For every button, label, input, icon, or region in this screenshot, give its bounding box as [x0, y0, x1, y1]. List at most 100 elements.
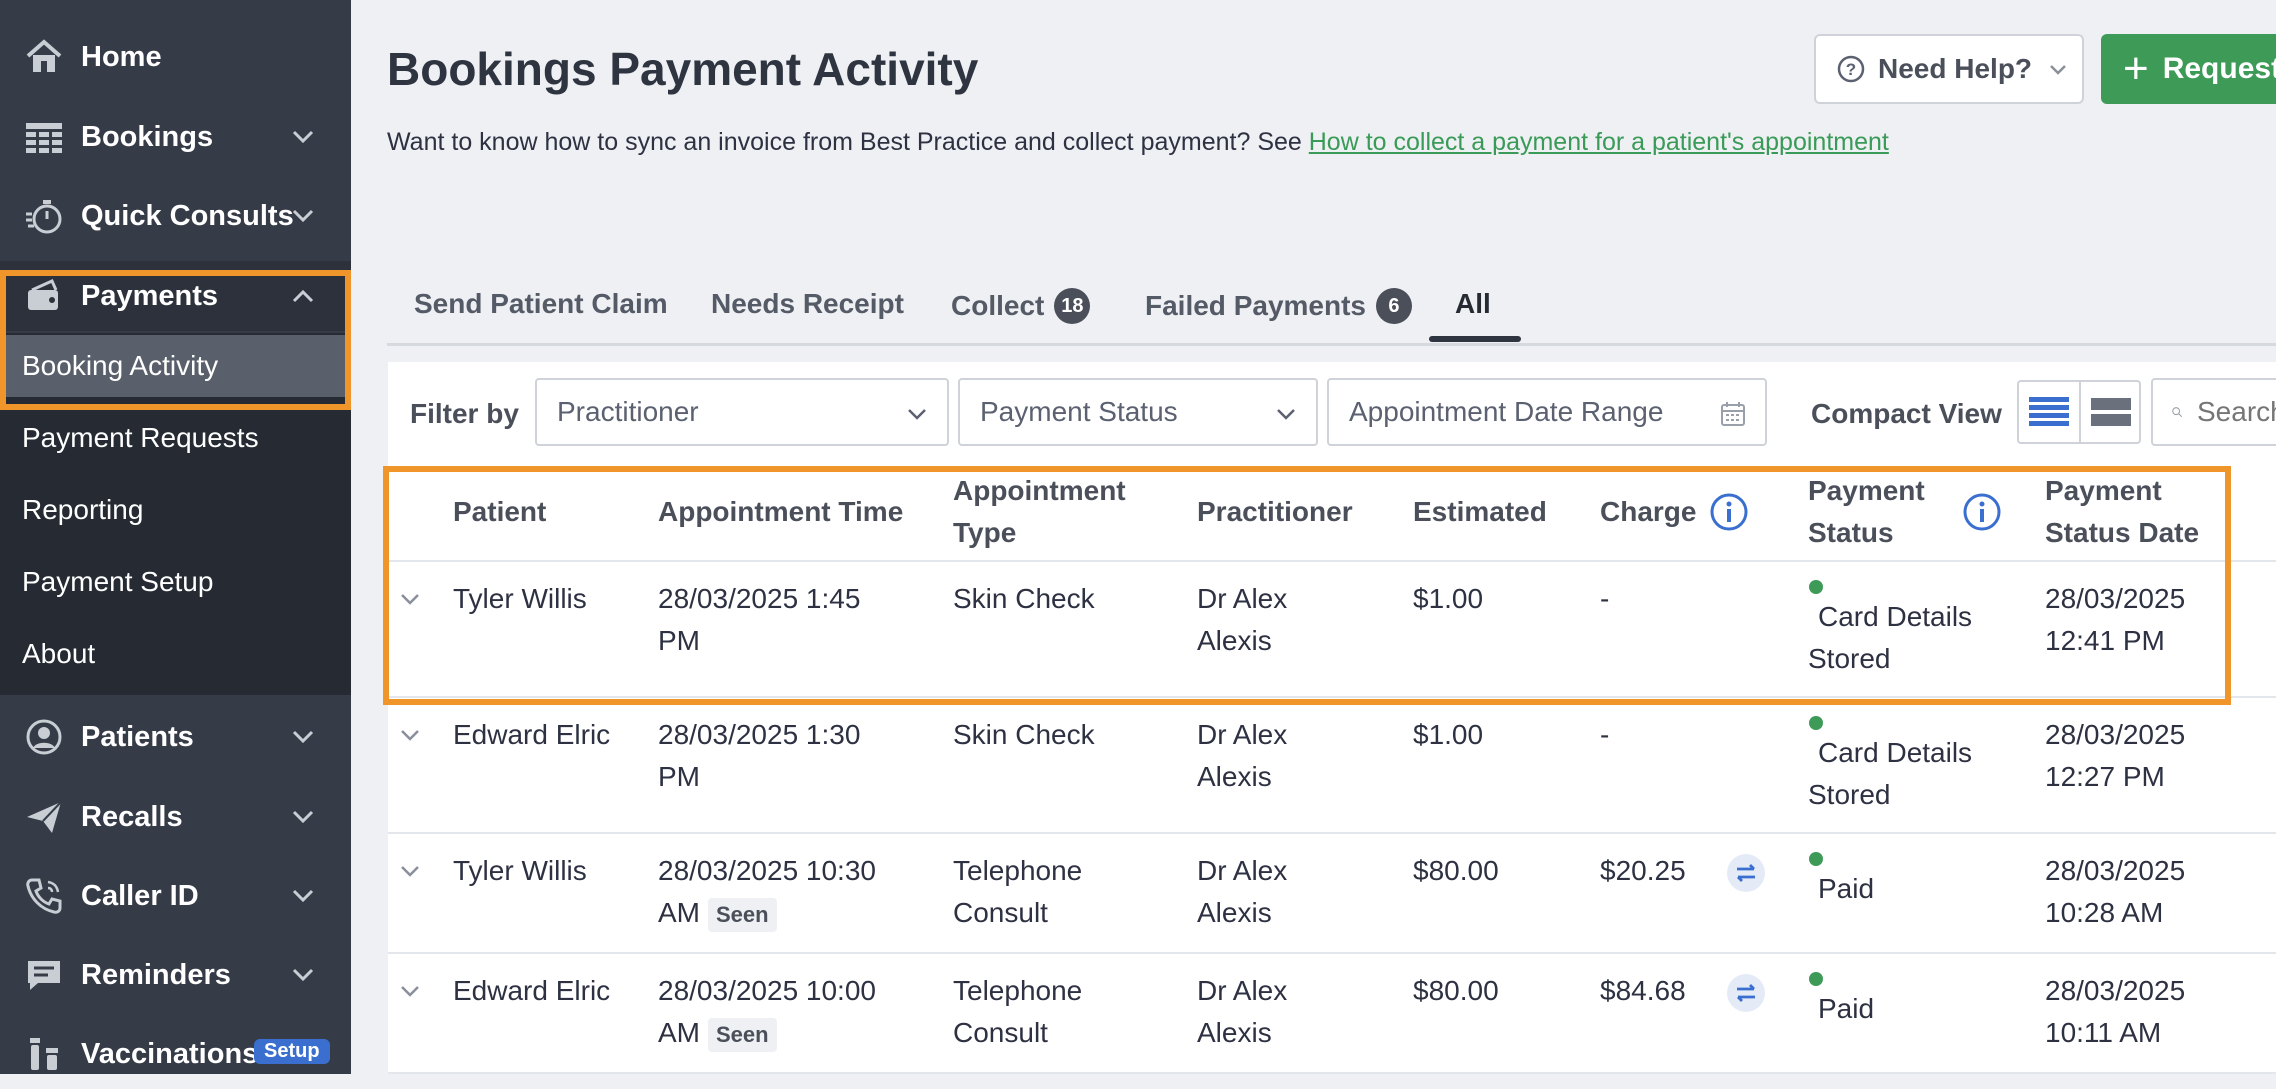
seen-badge: Seen — [708, 898, 777, 932]
nav-bookings[interactable]: Bookings — [0, 102, 351, 172]
nav-patients[interactable]: Patients — [0, 702, 351, 772]
sub-item-booking-activity[interactable]: Booking Activity — [0, 335, 351, 397]
col-header-charge[interactable]: Charge — [1600, 491, 1696, 533]
cell-line: Alexis — [1197, 1017, 1272, 1048]
cell-patient[interactable]: Tyler Willis — [453, 578, 587, 620]
practitioner-select[interactable]: Practitioner — [535, 378, 949, 446]
stopwatch-icon — [24, 196, 64, 236]
chevron-down-icon — [2050, 65, 2066, 75]
cell-charge: $84.68 — [1600, 975, 1686, 1006]
payments-submenu: Booking Activity Payment Requests Report… — [0, 333, 351, 695]
chevron-down-icon — [288, 881, 318, 911]
info-icon[interactable] — [1962, 492, 2002, 532]
cell-line: Stored — [1808, 643, 1891, 674]
grid-icon — [24, 117, 64, 157]
plus-icon: + — [2123, 44, 2149, 93]
cell-practitioner: Dr Alex Alexis — [1197, 970, 1287, 1054]
tab-needs-receipt[interactable]: Needs Receipt — [711, 288, 904, 320]
cell-patient[interactable]: Edward Elric — [453, 714, 610, 756]
active-tab-indicator — [1429, 336, 1521, 342]
cell-appointment-type: Skin Check — [953, 719, 1095, 750]
col-header-appointment-time[interactable]: Appointment Time — [658, 491, 903, 533]
help-article-link[interactable]: How to collect a payment for a patient's… — [1309, 128, 1889, 156]
view-toggle — [2017, 380, 2141, 444]
cell-line: 10:11 AM — [2045, 1017, 2162, 1048]
nav-payments[interactable]: Payments — [0, 261, 351, 331]
date-range-input[interactable]: Appointment Date Range — [1327, 378, 1767, 446]
home-icon — [24, 37, 64, 77]
cell-practitioner: Dr Alex Alexis — [1197, 578, 1287, 662]
sub-item-reporting[interactable]: Reporting — [0, 479, 351, 541]
tab-failed-payments[interactable]: Failed Payments 6 — [1145, 288, 1412, 324]
header-line: Status Date — [2045, 517, 2200, 548]
list-icon — [2029, 397, 2069, 426]
sub-item-about[interactable]: About — [0, 623, 351, 685]
chat-icon — [24, 955, 64, 995]
status-dot — [1809, 716, 1823, 730]
need-help-button[interactable]: ? Need Help? — [1814, 34, 2084, 104]
col-header-appointment-type[interactable]: Appointment Type — [953, 470, 1126, 554]
cell-line: Telephone — [953, 975, 1083, 1006]
compact-view-label: Compact View — [1811, 398, 2002, 429]
sidebar: Home Bookings Quick Consults Payments Bo… — [0, 0, 351, 1074]
col-header-estimated[interactable]: Estimated — [1413, 491, 1547, 533]
tab-bar: Send Patient Claim Needs Receipt Collect… — [387, 280, 2276, 346]
search-input[interactable] — [2195, 395, 2276, 429]
cell-line: 28/03/2025 10:30 — [658, 855, 876, 886]
info-icon[interactable] — [1709, 492, 1749, 532]
nav-home[interactable]: Home — [0, 22, 351, 92]
payment-status-select[interactable]: Payment Status — [958, 378, 1318, 446]
cell-line: 28/03/2025 10:00 — [658, 975, 876, 1006]
nav-recalls[interactable]: Recalls — [0, 782, 351, 852]
row-expand-icon[interactable] — [397, 978, 423, 1004]
tab-label: Collect — [951, 290, 1045, 321]
sub-item-payment-setup[interactable]: Payment Setup — [0, 551, 351, 613]
tab-send-patient-claim[interactable]: Send Patient Claim — [414, 288, 668, 320]
transfer-icon[interactable] — [1726, 853, 1766, 893]
status-dot — [1809, 580, 1823, 594]
compact-view-button[interactable] — [2019, 382, 2079, 442]
tab-collect[interactable]: Collect 18 — [951, 288, 1091, 324]
row-expand-icon[interactable] — [397, 722, 423, 748]
cell-line: 28/03/2025 — [2045, 719, 2186, 750]
col-header-practitioner[interactable]: Practitioner — [1197, 491, 1353, 533]
nav-patients-label: Patients — [81, 720, 194, 753]
nav-caller-id-label: Caller ID — [81, 879, 199, 912]
cell-line: Alexis — [1197, 625, 1272, 656]
row-expand-icon[interactable] — [397, 586, 423, 612]
calendar-icon — [1721, 402, 1745, 426]
cell-status-date: 28/03/2025 12:27 PM — [2045, 714, 2185, 798]
tab-all[interactable]: All — [1455, 288, 1491, 320]
nav-quick-consults[interactable]: Quick Consults — [0, 181, 351, 251]
col-header-payment-status-date[interactable]: Payment Status Date — [2045, 470, 2199, 554]
row-expand-icon[interactable] — [397, 858, 423, 884]
chevron-down-icon — [908, 409, 926, 420]
cell-payment-status: Card Details Stored — [1808, 596, 1972, 680]
request-button[interactable]: + Request — [2101, 34, 2276, 104]
cell-status-date: 28/03/2025 12:41 PM — [2045, 578, 2185, 662]
transfer-icon[interactable] — [1726, 973, 1766, 1013]
nav-vaccinations[interactable]: Vaccinations Setup — [0, 1019, 351, 1089]
cell-line: Dr Alex — [1197, 975, 1288, 1006]
sub-item-payment-requests[interactable]: Payment Requests — [0, 407, 351, 469]
cell-patient[interactable]: Tyler Willis — [453, 850, 587, 892]
col-header-patient[interactable]: Patient — [453, 491, 546, 533]
expanded-view-button[interactable] — [2079, 382, 2141, 442]
cell-patient[interactable]: Edward Elric — [453, 970, 610, 1012]
status-dot — [1809, 972, 1823, 986]
cell-status-date: 28/03/2025 10:11 AM — [2045, 970, 2185, 1054]
cell-line: Dr Alex — [1197, 855, 1288, 886]
tab-label: All — [1455, 288, 1491, 319]
nav-caller-id[interactable]: Caller ID — [0, 861, 351, 931]
date-range-placeholder: Appointment Date Range — [1349, 396, 1664, 427]
user-circle-icon — [24, 717, 64, 757]
cell-estimated: $1.00 — [1413, 719, 1484, 750]
col-header-payment-status[interactable]: Payment Status — [1808, 470, 1925, 554]
cell-line: Stored — [1808, 779, 1891, 810]
search-box[interactable] — [2151, 378, 2276, 446]
cell-payment-status: Paid — [1808, 868, 1874, 910]
cell-charge: - — [1600, 719, 1610, 750]
cell-line: PM — [658, 625, 700, 656]
nav-reminders[interactable]: Reminders — [0, 940, 351, 1010]
chevron-down-icon — [1277, 409, 1295, 420]
